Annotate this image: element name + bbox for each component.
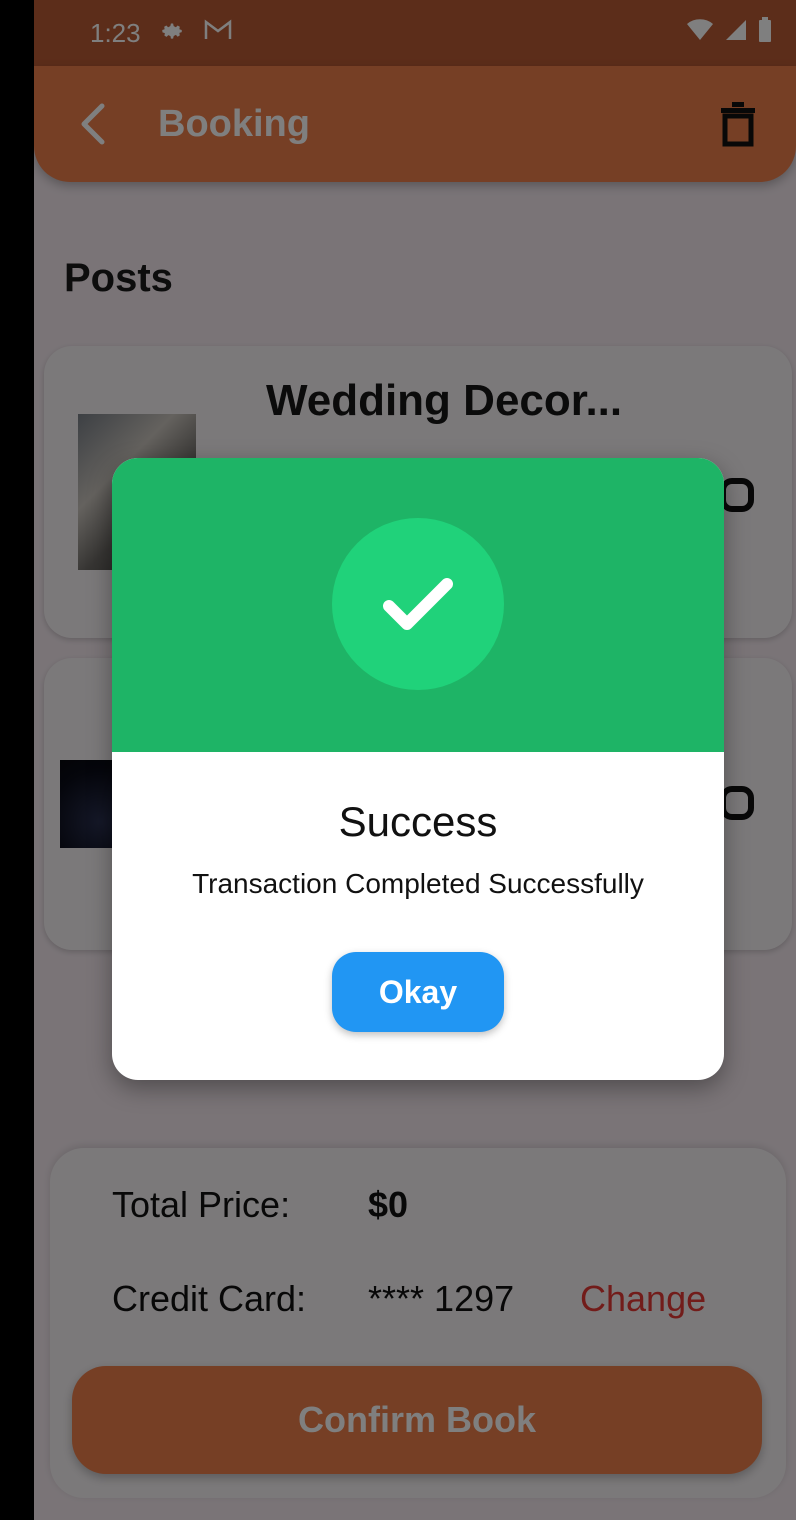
dialog-header [112,458,724,752]
dialog-message: Transaction Completed Successfully [192,868,644,899]
dialog-title: Success [338,798,498,845]
okay-button[interactable]: Okay [332,952,504,1032]
success-dialog: Success Transaction Completed Successful… [112,458,724,1080]
checkmark-icon [383,578,453,630]
success-badge [332,518,504,690]
app-screen: 1:23 Booking Posts [34,0,796,1520]
